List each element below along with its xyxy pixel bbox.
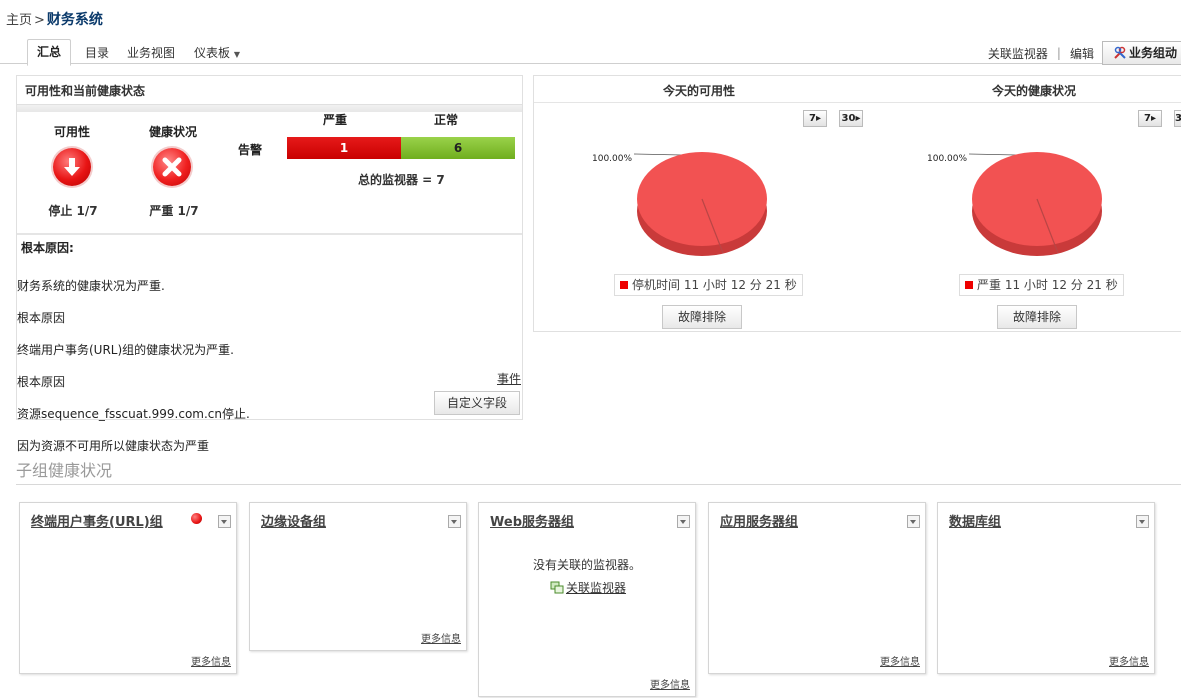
- period-30-label: 30: [841, 113, 856, 124]
- root-cause-line: 因为资源不可用所以健康状态为严重: [17, 439, 210, 453]
- tab-summary[interactable]: 汇总: [27, 39, 71, 66]
- normal-column-label: 正常: [434, 113, 459, 127]
- availability-status[interactable]: [53, 148, 91, 186]
- business-group-button[interactable]: 业务组动: [1101, 41, 1181, 65]
- normal-count-bar[interactable]: 6: [401, 137, 515, 159]
- period-7-button[interactable]: 7▸: [803, 110, 827, 127]
- business-group-label: 业务组动: [1128, 46, 1177, 60]
- health-label: 健康状况: [148, 125, 197, 139]
- health-legend: 严重 11 小时 12 分 21 秒: [959, 274, 1124, 296]
- availability-panel: 可用性和当前健康状态 可用性 健康状况 停止 1/7 严重 1/7 告警 严重 …: [16, 75, 523, 453]
- more-info-link[interactable]: 更多信息: [650, 676, 690, 691]
- subgroup-card: Web服务器组 没有关联的监视器。 关联监视器 更多信息: [478, 502, 696, 697]
- today-health-title: 今天的健康状况: [991, 84, 1076, 98]
- subgroup-card: 边缘设备组 更多信息: [249, 502, 467, 651]
- today-panel: 今天的可用性 今天的健康状况 7▸ 30▸ 7▸ 30▸ 100.00% 停机时…: [533, 75, 1181, 332]
- critical-column-label: 严重: [323, 113, 348, 127]
- more-info-link[interactable]: 更多信息: [880, 653, 920, 668]
- associate-monitor[interactable]: 关联监视器: [550, 579, 626, 596]
- breadcrumb: 主页 > 财务系统: [6, 9, 103, 29]
- period-7-label: 7: [809, 113, 816, 124]
- chevron-down-icon[interactable]: [677, 515, 690, 528]
- availability-label: 可用性: [53, 125, 90, 139]
- divider: [17, 233, 522, 235]
- breadcrumb-separator: >: [34, 13, 45, 28]
- subgroup-card-title[interactable]: 终端用户事务(URL)组: [31, 511, 163, 530]
- health-legend-text: 严重 11 小时 12 分 21 秒: [977, 278, 1118, 292]
- subgroup-card-title[interactable]: 边缘设备组: [261, 511, 326, 530]
- breadcrumb-home[interactable]: 主页: [6, 13, 32, 28]
- root-cause-line: 终端用户事务(URL)组的健康状况为严重.: [17, 343, 234, 357]
- period-7-label: 7: [1144, 113, 1151, 124]
- alarm-label: 告警: [238, 143, 263, 157]
- chevron-down-icon: ▼: [233, 50, 240, 59]
- divider: [534, 102, 1181, 103]
- associate-monitor-link[interactable]: 关联监视器: [566, 579, 626, 596]
- more-info-link[interactable]: 更多信息: [191, 653, 231, 668]
- no-monitor-message: 没有关联的监视器。: [532, 558, 641, 572]
- subgroup-card-title[interactable]: 应用服务器组: [720, 511, 798, 530]
- period-30-button[interactable]: 30▸: [1174, 110, 1181, 127]
- availability-value: 停止 1/7: [48, 204, 98, 218]
- subgroup-card-title[interactable]: 数据库组: [949, 511, 1001, 530]
- subgroup-card-title[interactable]: Web服务器组: [490, 511, 574, 530]
- health-pie-chart[interactable]: [949, 141, 1129, 261]
- more-info-link[interactable]: 更多信息: [421, 630, 461, 645]
- root-cause-line: 财务系统的健康状况为严重.: [17, 279, 165, 293]
- period-30-button[interactable]: 30▸: [839, 110, 863, 127]
- today-availability-title: 今天的可用性: [662, 84, 735, 98]
- total-monitors: 总的监视器 = 7: [358, 173, 445, 187]
- period-7-button[interactable]: 7▸: [1138, 110, 1162, 127]
- chevron-down-icon[interactable]: [907, 515, 920, 528]
- chevron-down-icon[interactable]: [448, 515, 461, 528]
- tab-business-view[interactable]: 业务视图: [127, 44, 175, 63]
- down-arrow-icon: [53, 148, 91, 186]
- root-cause-text: 财务系统的健康状况为严重. 根本原因 终端用户事务(URL)组的健康状况为严重.…: [17, 262, 507, 470]
- pie-leader-line: [633, 153, 683, 156]
- root-cause-line: 根本原因: [17, 311, 66, 325]
- troubleshoot-button[interactable]: 故障排除: [662, 305, 742, 329]
- legend-swatch: [965, 281, 973, 289]
- associate-monitor-link[interactable]: 关联监视器: [988, 45, 1048, 62]
- custom-fields-button[interactable]: 自定义字段: [434, 391, 520, 415]
- availability-legend-text: 停机时间 11 小时 12 分 21 秒: [632, 278, 797, 292]
- subgroup-card: 应用服务器组 更多信息: [708, 502, 926, 674]
- health-status[interactable]: [153, 148, 191, 186]
- more-info-link[interactable]: 更多信息: [1109, 653, 1149, 668]
- tab-dashboard-label: 仪表板: [194, 46, 231, 60]
- tab-dashboard[interactable]: 仪表板 ▼: [194, 44, 240, 63]
- pie-leader-line: [968, 153, 1018, 156]
- root-cause-title: 根本原因:: [21, 241, 74, 255]
- edit-link[interactable]: 编辑: [1070, 45, 1094, 62]
- tools-icon: [1114, 46, 1126, 59]
- critical-x-icon: [153, 148, 191, 186]
- troubleshoot-button[interactable]: 故障排除: [997, 305, 1077, 329]
- events-link[interactable]: 事件: [497, 370, 521, 387]
- divider: |: [1056, 46, 1061, 60]
- subgroup-card: 终端用户事务(URL)组 更多信息: [19, 502, 237, 674]
- divider: [16, 484, 1181, 485]
- period-30-label: 30: [1175, 113, 1181, 124]
- availability-legend: 停机时间 11 小时 12 分 21 秒: [614, 274, 803, 296]
- chevron-down-icon[interactable]: [1136, 515, 1149, 528]
- health-value: 严重 1/7: [149, 204, 199, 218]
- page-title: 财务系统: [46, 12, 103, 28]
- subgroup-card: 数据库组 更多信息: [937, 502, 1155, 674]
- status-dot-icon: [191, 513, 202, 524]
- root-cause-line: 根本原因: [17, 375, 66, 389]
- monitor-link-icon: [550, 581, 564, 594]
- header-actions: 关联监视器 | 编辑 业务组动: [988, 41, 1181, 65]
- subgroup-section-title: 子组健康状况: [16, 461, 113, 480]
- tab-catalog[interactable]: 目录: [85, 44, 109, 63]
- availability-pie-chart[interactable]: [614, 141, 794, 261]
- critical-count-bar[interactable]: 1: [287, 137, 401, 159]
- chevron-down-icon[interactable]: [218, 515, 231, 528]
- legend-swatch: [620, 281, 628, 289]
- availability-panel-title: 可用性和当前健康状态: [25, 84, 146, 98]
